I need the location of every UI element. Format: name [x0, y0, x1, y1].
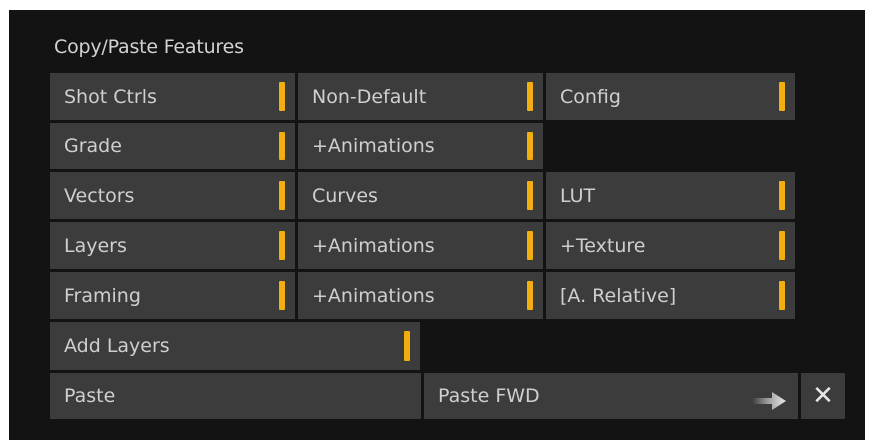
paste-button[interactable]: Paste	[50, 373, 421, 419]
close-icon: ✕	[812, 381, 834, 411]
layers-animations-button[interactable]: +Animations	[298, 222, 543, 269]
layers-animations-label: +Animations	[312, 234, 435, 257]
grade-indicator	[279, 132, 285, 160]
paste-label: Paste	[64, 385, 116, 407]
a-relative-button[interactable]: [A. Relative]	[546, 272, 795, 319]
grade-animations-label: +Animations	[312, 135, 435, 157]
non-default-indicator	[527, 82, 533, 111]
non-default-label: Non-Default	[312, 85, 427, 108]
framing-indicator	[279, 281, 285, 310]
config-label: Config	[560, 85, 621, 108]
vectors-button[interactable]: Vectors	[50, 172, 295, 219]
vectors-indicator	[279, 181, 285, 210]
lut-label: LUT	[560, 184, 596, 207]
framing-button[interactable]: Framing	[50, 272, 295, 319]
layers-label: Layers	[64, 234, 127, 257]
lut-button[interactable]: LUT	[546, 172, 795, 219]
grade-button[interactable]: Grade	[50, 123, 295, 169]
lut-indicator	[779, 181, 785, 210]
non-default-button[interactable]: Non-Default	[298, 73, 543, 120]
framing-animations-label: +Animations	[312, 284, 435, 307]
layers-button[interactable]: Layers	[50, 222, 295, 269]
shot-ctrls-label: Shot Ctrls	[64, 85, 157, 108]
add-layers-button[interactable]: Add Layers	[50, 322, 420, 370]
vectors-label: Vectors	[64, 184, 135, 207]
grade-animations-button[interactable]: +Animations	[298, 123, 543, 169]
config-button[interactable]: Config	[546, 73, 795, 120]
a-relative-indicator	[779, 281, 785, 310]
framing-animations-indicator	[527, 281, 533, 310]
paste-fwd-label: Paste FWD	[438, 385, 540, 407]
add-layers-label: Add Layers	[64, 335, 170, 357]
arrow-right-icon	[752, 392, 786, 410]
close-button[interactable]: ✕	[801, 373, 845, 419]
curves-label: Curves	[312, 184, 378, 207]
grade-animations-indicator	[527, 132, 533, 160]
grade-label: Grade	[64, 135, 122, 157]
shot-ctrls-button[interactable]: Shot Ctrls	[50, 73, 295, 120]
curves-button[interactable]: Curves	[298, 172, 543, 219]
framing-label: Framing	[64, 284, 141, 307]
config-indicator	[779, 82, 785, 111]
texture-indicator	[779, 231, 785, 260]
curves-indicator	[527, 181, 533, 210]
framing-animations-button[interactable]: +Animations	[298, 272, 543, 319]
layers-indicator	[279, 231, 285, 260]
paste-fwd-button[interactable]: Paste FWD	[424, 373, 798, 419]
a-relative-label: [A. Relative]	[560, 284, 677, 307]
add-layers-indicator	[404, 331, 410, 361]
texture-button[interactable]: +Texture	[546, 222, 795, 269]
texture-label: +Texture	[560, 234, 646, 257]
layers-animations-indicator	[527, 231, 533, 260]
shot-ctrls-indicator	[279, 82, 285, 111]
panel-title: Copy/Paste Features	[54, 36, 244, 58]
